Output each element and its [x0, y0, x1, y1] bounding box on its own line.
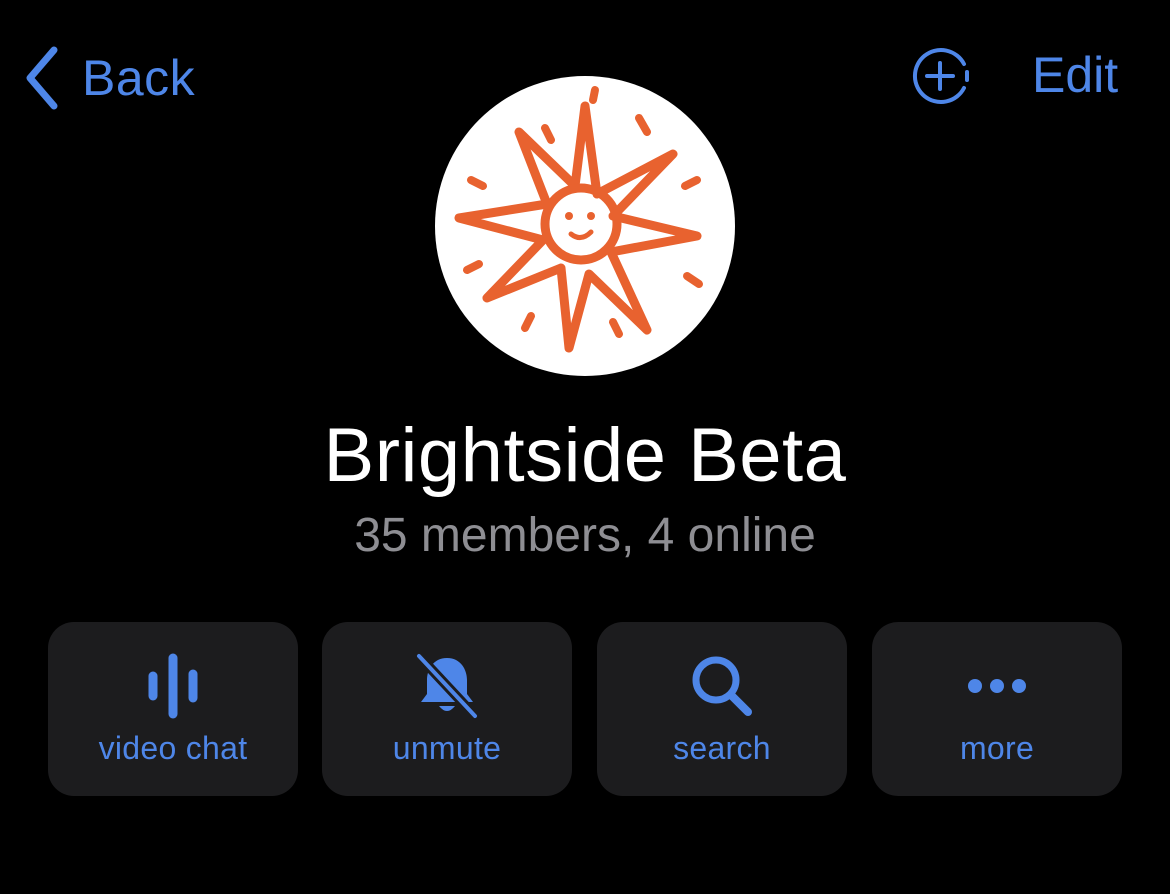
bell-slash-icon [414, 651, 480, 721]
action-bar: video chat unmute search more [48, 622, 1122, 796]
edit-button[interactable]: Edit [1032, 46, 1118, 104]
back-label: Back [82, 50, 196, 106]
search-label: search [673, 730, 771, 766]
add-member-icon[interactable] [910, 44, 974, 108]
more-button[interactable]: more [872, 622, 1122, 796]
voice-waveform-icon [148, 653, 198, 719]
search-icon [692, 656, 752, 716]
chevron-left-icon [26, 46, 58, 110]
group-name: Brightside Beta [323, 413, 847, 498]
unmute-button[interactable]: unmute [322, 622, 572, 796]
search-button[interactable]: search [597, 622, 847, 796]
video-chat-button[interactable]: video chat [48, 622, 298, 796]
back-button[interactable]: Back [20, 42, 195, 114]
group-status: 35 members, 4 online [354, 509, 816, 562]
smiling-sun-icon [454, 86, 703, 353]
more-label: more [959, 730, 1035, 766]
ellipsis-icon [968, 679, 1026, 693]
video-chat-label: video chat [98, 730, 248, 766]
unmute-label: unmute [392, 730, 502, 766]
group-avatar[interactable] [435, 76, 735, 376]
